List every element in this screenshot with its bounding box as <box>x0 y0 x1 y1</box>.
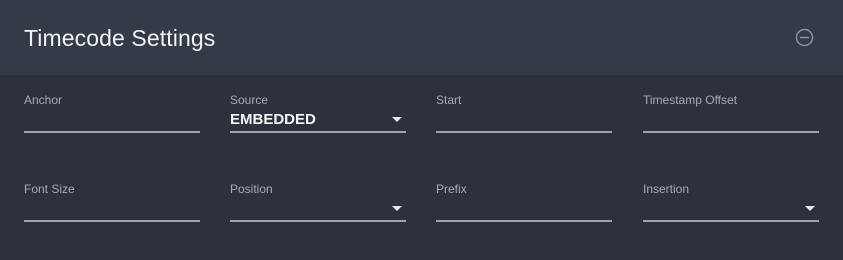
source-underline <box>230 131 406 133</box>
prefix-underline <box>436 220 612 222</box>
chevron-down-icon[interactable] <box>805 206 815 211</box>
font-size-label: Font Size <box>24 182 75 196</box>
start-field[interactable]: Start <box>436 93 612 141</box>
timestamp-offset-label: Timestamp Offset <box>643 93 738 107</box>
font-size-underline <box>24 220 200 222</box>
prefix-label: Prefix <box>436 182 467 196</box>
prefix-field[interactable]: Prefix <box>436 182 612 230</box>
anchor-input[interactable] <box>24 109 200 131</box>
anchor-label: Anchor <box>24 93 63 107</box>
timestamp-offset-underline <box>643 131 819 133</box>
panel-header: Timecode Settings <box>0 0 843 75</box>
position-label: Position <box>230 182 273 196</box>
insertion-underline <box>643 220 819 222</box>
insertion-label: Insertion <box>643 182 690 196</box>
start-underline <box>436 131 612 133</box>
position-select[interactable]: Position <box>230 182 406 230</box>
start-label: Start <box>436 93 462 107</box>
collapse-button[interactable] <box>795 28 814 47</box>
anchor-underline <box>24 131 200 133</box>
source-value[interactable]: EMBEDDED <box>230 111 316 129</box>
anchor-field[interactable]: Anchor <box>24 93 200 141</box>
timestamp-offset-field[interactable]: Timestamp Offset <box>643 93 819 141</box>
start-input[interactable] <box>436 109 612 131</box>
timestamp-offset-input[interactable] <box>643 109 819 131</box>
chevron-down-icon[interactable] <box>392 117 402 122</box>
minus-circle-icon <box>795 28 814 47</box>
panel-title: Timecode Settings <box>24 25 216 51</box>
font-size-field[interactable]: Font Size <box>24 182 200 230</box>
insertion-select[interactable]: Insertion <box>643 182 819 230</box>
position-underline <box>230 220 406 222</box>
source-select[interactable]: Source EMBEDDED <box>230 93 406 141</box>
font-size-input[interactable] <box>24 198 200 220</box>
source-label: Source <box>230 93 269 107</box>
prefix-input[interactable] <box>436 198 612 220</box>
chevron-down-icon[interactable] <box>392 206 402 211</box>
